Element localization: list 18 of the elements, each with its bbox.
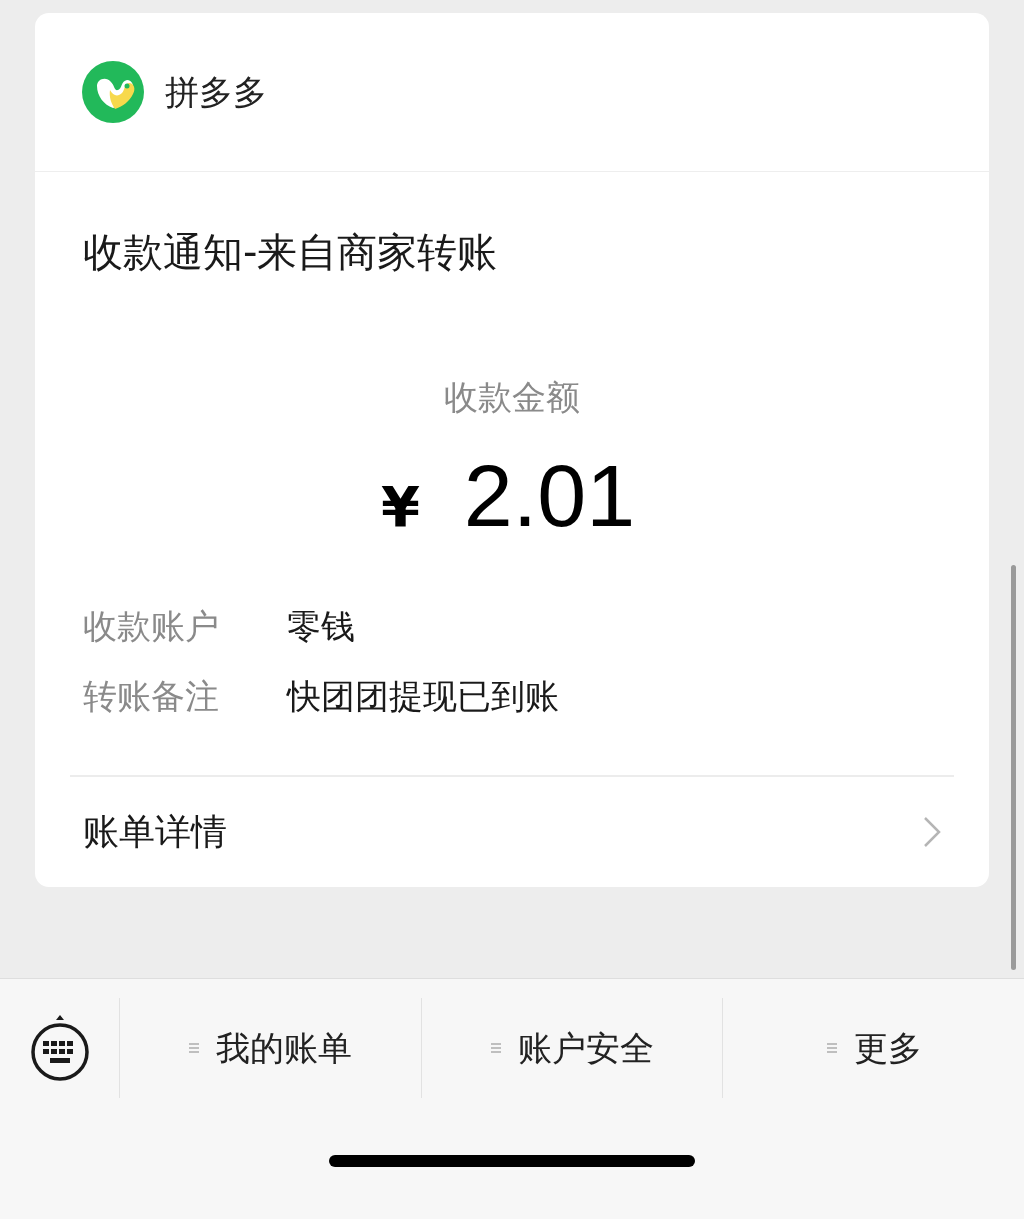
currency-symbol: ¥ (380, 473, 420, 541)
menu-tab[interactable]: 更多 (817, 1022, 930, 1074)
merchant-name: 拼多多 (165, 70, 267, 114)
menu-icon (825, 1042, 838, 1054)
field-label: 收款账户 (83, 609, 220, 643)
menu-tab[interactable]: 账户安全 (482, 1022, 662, 1074)
menu-icon (490, 1042, 502, 1054)
field-value: 快团团提现已到账 (287, 679, 559, 713)
field-value: 零钱 (287, 609, 355, 643)
amount-label: 收款金额 (444, 380, 580, 414)
menu-icon (188, 1042, 201, 1054)
chevron-right-icon (923, 816, 941, 848)
notice-title: 收款通知-来自商家转账 (83, 232, 499, 272)
menu-tab[interactable]: 我的账单 (180, 1022, 361, 1074)
merchant-logo-icon (81, 60, 145, 124)
field-label: 转账备注 (83, 679, 220, 713)
amount-value: 2.01 (463, 452, 636, 540)
bill-details-link[interactable]: 账单详情 (83, 777, 941, 887)
